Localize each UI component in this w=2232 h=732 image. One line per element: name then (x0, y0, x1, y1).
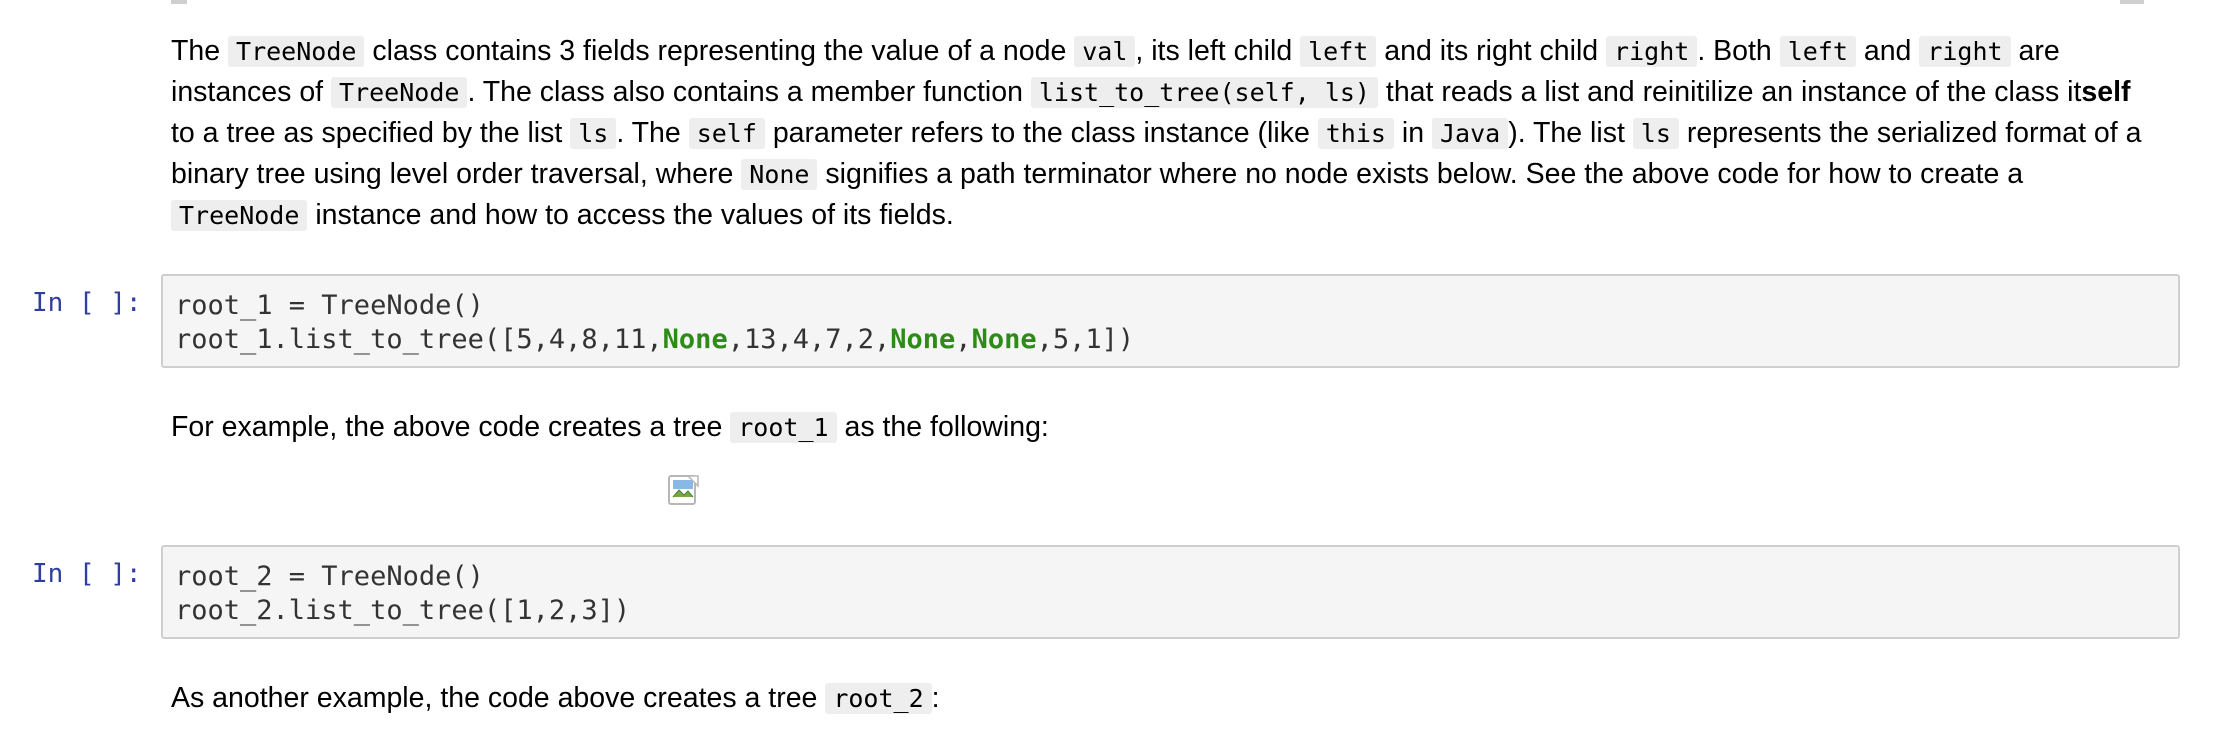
text: class contains 3 fields representing the… (364, 35, 1075, 67)
code-line: root_1.list_to_tree([5,4,8,11, (175, 324, 663, 355)
code-text: , (955, 324, 972, 355)
inline-code: val (1074, 36, 1136, 67)
text: The (171, 35, 229, 67)
code-cell-2[interactable]: root_2 = TreeNode() root_2.list_to_tree(… (161, 545, 2180, 639)
code-cell-1[interactable]: root_1 = TreeNode() root_1.list_to_tree(… (161, 274, 2180, 368)
inline-code: ls (570, 118, 617, 149)
keyword: None (662, 324, 728, 355)
text: in (1393, 117, 1432, 149)
code-line: root_2 = TreeNode() (175, 561, 484, 592)
text: and its right child (1376, 35, 1607, 67)
markdown-cell-intro: The TreeNode class contains 3 fields rep… (171, 31, 2162, 236)
keyword: None (890, 324, 956, 355)
code-line: root_1 = TreeNode() (175, 290, 484, 321)
inline-code: list_to_tree(self, ls) (1030, 77, 1378, 108)
inline-code: left (1300, 36, 1377, 67)
inline-code: ls (1632, 118, 1679, 149)
broken-image-icon (668, 475, 699, 505)
inline-code: self (688, 118, 765, 149)
inline-code: right (1919, 36, 2011, 67)
text: as the following: (836, 411, 1049, 443)
previous-cell-edge (171, 0, 187, 4)
text: ). The list (1508, 117, 1633, 149)
code-line: root_2.list_to_tree([1,2,3]) (175, 595, 631, 626)
text: to a tree as specified by the list (171, 117, 571, 149)
previous-cell-edge-right (2120, 0, 2144, 4)
text: : (931, 682, 940, 714)
text: instance and how to access the values of… (307, 199, 954, 231)
text: and (1855, 35, 1920, 67)
code-text: ,13,4,7,2, (727, 324, 891, 355)
cell-prompt: In [ ]: (32, 559, 142, 589)
inline-code: TreeNode (331, 77, 468, 108)
markdown-cell-example1: For example, the above code creates a tr… (171, 407, 2162, 448)
code-text: ,5,1]) (1036, 324, 1135, 355)
inline-code: right (1606, 36, 1698, 67)
cell-prompt: In [ ]: (32, 288, 142, 318)
keyword: None (971, 324, 1037, 355)
notebook-page: The TreeNode class contains 3 fields rep… (0, 0, 2232, 732)
inline-code: left (1779, 36, 1856, 67)
text: parameter refers to the class instance (… (764, 117, 1318, 149)
text: . The (616, 117, 689, 149)
text: As another example, the code above creat… (171, 682, 826, 714)
bold-text: self (2081, 76, 2131, 108)
inline-code: TreeNode (228, 36, 365, 67)
inline-code: root_1 (730, 412, 837, 443)
inline-code: TreeNode (171, 200, 308, 231)
text: . The class also contains a member funct… (467, 76, 1031, 108)
text: . Both (1697, 35, 1780, 67)
inline-code: None (741, 159, 818, 190)
text: For example, the above code creates a tr… (171, 411, 731, 443)
text: , its left child (1135, 35, 1301, 67)
inline-code: Java (1431, 118, 1509, 149)
markdown-cell-example2: As another example, the code above creat… (171, 678, 2162, 719)
text: that reads a list and reinitilize an ins… (1378, 76, 2082, 108)
text: signifies a path terminator where no nod… (817, 158, 2024, 190)
inline-code: root_2 (825, 683, 932, 714)
inline-code: this (1317, 118, 1394, 149)
